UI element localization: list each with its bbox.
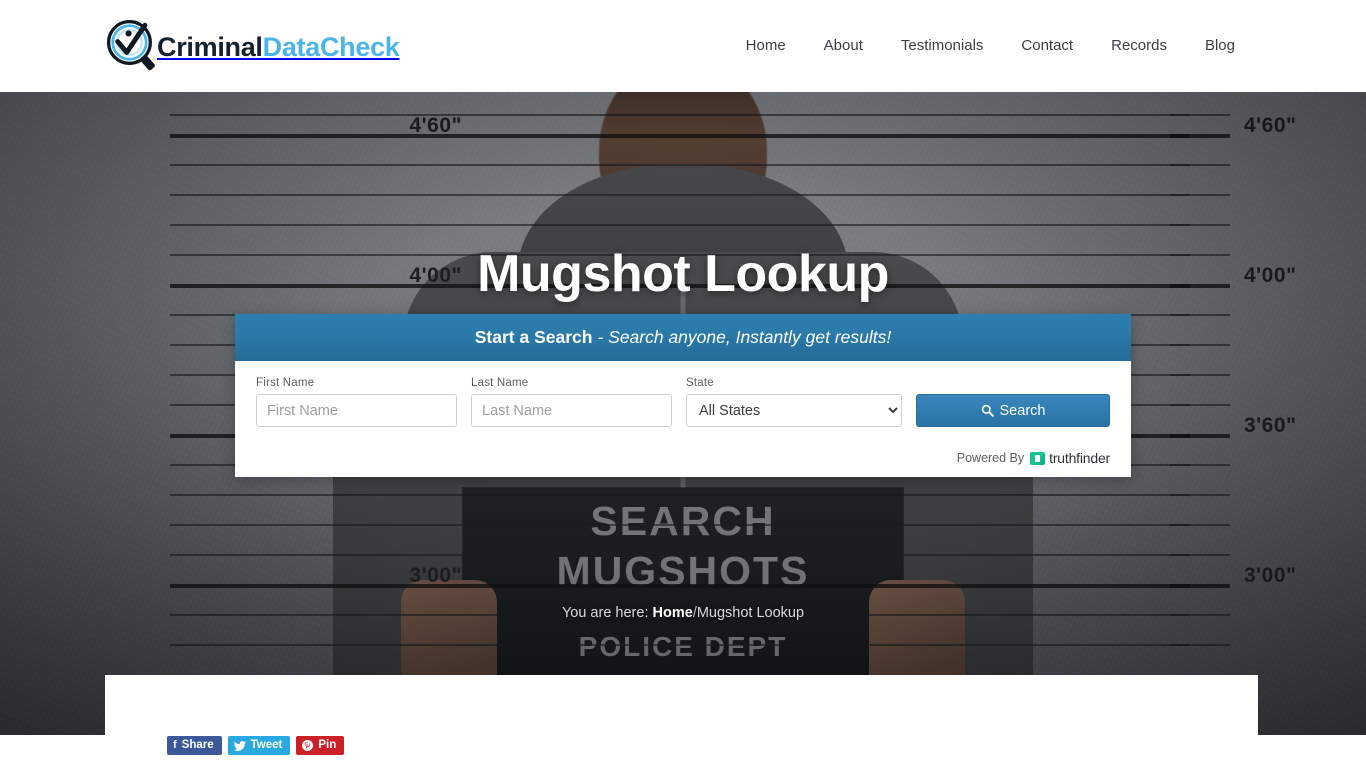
state-group: State All States <box>686 377 902 427</box>
search-form: First Name Last Name State All States Se… <box>235 361 1131 477</box>
last-name-input[interactable] <box>471 394 672 427</box>
social-share-row: f Share Tweet Pin <box>167 736 345 755</box>
page-title: Mugshot Lookup <box>477 245 889 303</box>
search-fields-row: First Name Last Name State All States Se… <box>256 377 1110 427</box>
share-button-facebook[interactable]: f Share <box>167 736 222 755</box>
powered-by: Powered By truthfinder <box>957 450 1110 466</box>
logo-text-criminal: Criminal <box>157 31 263 62</box>
content-card: f Share Tweet Pin <box>105 675 1258 768</box>
magnifier-check-icon <box>106 19 155 71</box>
share-button-twitter[interactable]: Tweet <box>227 736 291 755</box>
truthfinder-icon <box>1030 451 1046 465</box>
first-name-group: First Name <box>256 377 457 427</box>
facebook-icon: f <box>173 739 177 751</box>
breadcrumb-current: Mugshot Lookup <box>696 605 805 621</box>
first-name-label: First Name <box>256 377 315 389</box>
logo-wordmark: CriminalDataCheck <box>157 32 400 63</box>
truthfinder-wordmark: truthfinder <box>1049 450 1110 466</box>
nav-item-about[interactable]: About <box>805 33 882 59</box>
last-name-label: Last Name <box>471 377 529 389</box>
search-panel-header: Start a Search - Search anyone, Instantl… <box>235 314 1131 372</box>
share-button-pinterest[interactable]: Pin <box>296 736 345 755</box>
truthfinder-logo: truthfinder <box>1030 450 1110 466</box>
nav-item-records[interactable]: Records <box>1092 33 1186 59</box>
first-name-input[interactable] <box>256 394 457 427</box>
site-header: CriminalDataCheck Home About Testimonial… <box>0 0 1366 92</box>
breadcrumb-link-home[interactable]: Home <box>653 605 693 621</box>
logo-text-datacheck: DataCheck <box>262 31 400 62</box>
pinterest-icon <box>302 740 314 751</box>
nav-item-blog[interactable]: Blog <box>1186 33 1254 59</box>
nav-item-testimonials[interactable]: Testimonials <box>882 33 1003 59</box>
state-label: State <box>686 377 714 389</box>
last-name-group: Last Name <box>471 377 672 427</box>
state-select[interactable]: All States <box>686 394 902 427</box>
search-icon <box>981 404 994 417</box>
search-panel-title: Start a Search <box>474 327 593 347</box>
nav-item-home[interactable]: Home <box>727 33 805 59</box>
site-logo[interactable]: CriminalDataCheck <box>105 18 400 76</box>
breadcrumb-prefix: You are here: <box>561 605 649 621</box>
search-panel: Start a Search - Search anyone, Instantl… <box>235 314 1131 477</box>
search-panel-subtitle: - Search anyone, Instantly get results! <box>597 327 892 347</box>
share-facebook-label: Share <box>181 739 214 751</box>
powered-by-label: Powered By <box>956 451 1025 465</box>
twitter-icon <box>233 740 246 751</box>
main-navigation: Home About Testimonials Contact Records … <box>727 33 1254 59</box>
search-button[interactable]: Search <box>916 394 1110 427</box>
search-button-label: Search <box>999 402 1046 419</box>
nav-item-contact[interactable]: Contact <box>1002 33 1092 59</box>
share-pinterest-label: Pin <box>318 739 337 751</box>
share-twitter-label: Tweet <box>250 739 283 751</box>
breadcrumb: You are here: Home/Mugshot Lookup <box>0 605 1366 621</box>
